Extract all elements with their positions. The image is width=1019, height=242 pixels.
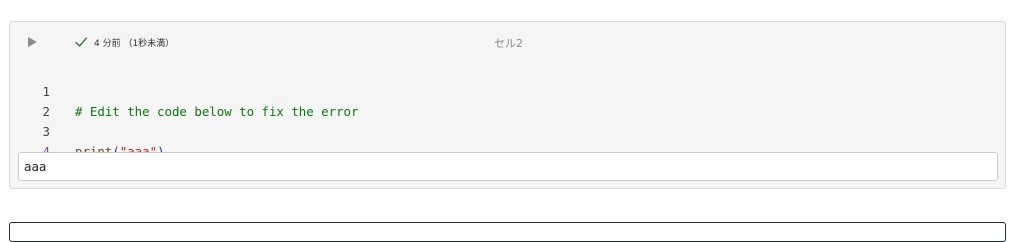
cell-label: セル2 xyxy=(494,37,523,50)
run-cell-button[interactable] xyxy=(26,36,38,48)
code-editor[interactable]: 1 # Edit the code below to fix the error… xyxy=(10,62,1005,159)
play-icon xyxy=(27,37,37,47)
notebook-cell: 4 分前 （1秒未満） セル2 1 # Edit the code below … xyxy=(9,21,1006,189)
code-line: 2 xyxy=(10,82,1005,119)
code-line: 3 print("aaa") xyxy=(10,102,1005,159)
next-cell[interactable] xyxy=(9,222,1006,242)
checkmark-icon xyxy=(74,35,88,49)
code-line: 4 xyxy=(10,122,1005,159)
execution-status: 4 分前 （1秒未満） xyxy=(74,35,174,49)
execution-time: 4 分前 （1秒未満） xyxy=(94,38,175,49)
code-line: 1 # Edit the code below to fix the error xyxy=(10,62,1005,119)
cell-output: aaa xyxy=(18,152,998,181)
